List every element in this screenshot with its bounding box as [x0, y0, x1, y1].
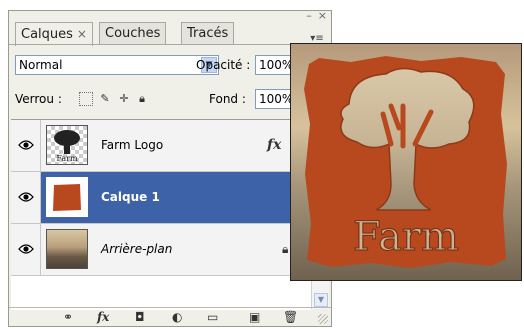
layer-thumbnail [46, 177, 88, 217]
preview-logo-text: Farm [353, 214, 459, 260]
delete-layer-icon[interactable]: 🗑︎ [283, 309, 298, 325]
lock-paint-icon[interactable]: ✎ [98, 92, 112, 106]
eye-icon [18, 244, 34, 254]
tab-couches[interactable]: Couches [99, 22, 167, 45]
visibility-toggle[interactable] [11, 224, 41, 275]
lock-transparency-icon[interactable] [79, 92, 93, 106]
visibility-toggle[interactable] [11, 172, 41, 223]
fx-icon[interactable]: fx [267, 120, 281, 171]
tab-calques-label: Calques [21, 27, 73, 42]
layer-thumbnail [46, 229, 88, 269]
tab-traces-label: Tracés [187, 26, 229, 41]
add-mask-icon[interactable]: ◘ [135, 309, 145, 325]
lock-label: Verrou : [15, 92, 62, 106]
new-layer-icon[interactable]: ▣ [249, 309, 260, 325]
panel-window-controls: – × [306, 9, 327, 22]
lock-all-icon[interactable]: 🔒︎ [135, 92, 149, 106]
layer-row-arriere-plan[interactable]: Arrière-plan 🔒︎ [11, 224, 311, 276]
layers-list: Farm Farm Logo fx Calque 1 Arrière-plan [11, 119, 311, 310]
layer-name: Arrière-plan [101, 242, 173, 256]
link-layers-icon[interactable]: ⚭ [63, 309, 73, 325]
layer-row-calque-1[interactable]: Calque 1 [11, 172, 311, 224]
blend-mode-value: Normal [19, 58, 63, 72]
layers-panel: – × Calques × Couches Tracés ▾≡ Normal ▼ O… [8, 9, 332, 327]
layer-row-farm-logo[interactable]: Farm Farm Logo fx [11, 120, 311, 172]
resize-grip[interactable] [318, 314, 328, 324]
close-panel-button[interactable]: × [318, 9, 327, 22]
minimize-button[interactable]: – [306, 9, 312, 22]
scroll-down-button[interactable]: ▼ [314, 293, 328, 307]
layer-name: Calque 1 [101, 190, 160, 204]
eye-icon [18, 192, 34, 202]
fill-label: Fond : [209, 92, 246, 106]
bottom-toolbar: ⚭ fx ◘ ◐ ▭ ▣ 🗑︎ [9, 307, 331, 326]
blend-mode-select[interactable]: Normal ▼ [15, 55, 219, 75]
eye-icon [18, 140, 34, 150]
tab-close-icon[interactable]: × [77, 27, 87, 41]
opacity-label: Opacité : [196, 58, 251, 72]
layer-thumbnail: Farm [46, 125, 88, 165]
lock-position-icon[interactable]: ✛ [117, 92, 131, 106]
layer-name: Farm Logo [101, 138, 164, 152]
tab-calques[interactable]: Calques × [15, 22, 93, 46]
adjustment-layer-icon[interactable]: ◐ [172, 309, 182, 325]
tab-traces[interactable]: Tracés [181, 22, 235, 45]
canvas-preview-image: Farm [290, 43, 522, 281]
layer-lock-icon: 🔒︎ [282, 242, 289, 256]
new-group-icon[interactable]: ▭ [207, 309, 218, 325]
fill-input[interactable]: 100% [255, 89, 295, 109]
fx-icon[interactable]: fx [97, 309, 109, 325]
opacity-input[interactable]: 100% [255, 55, 295, 75]
visibility-toggle[interactable] [11, 120, 41, 171]
thumb-text: Farm [56, 154, 78, 163]
tab-couches-label: Couches [105, 26, 161, 41]
tab-divider [9, 44, 331, 45]
